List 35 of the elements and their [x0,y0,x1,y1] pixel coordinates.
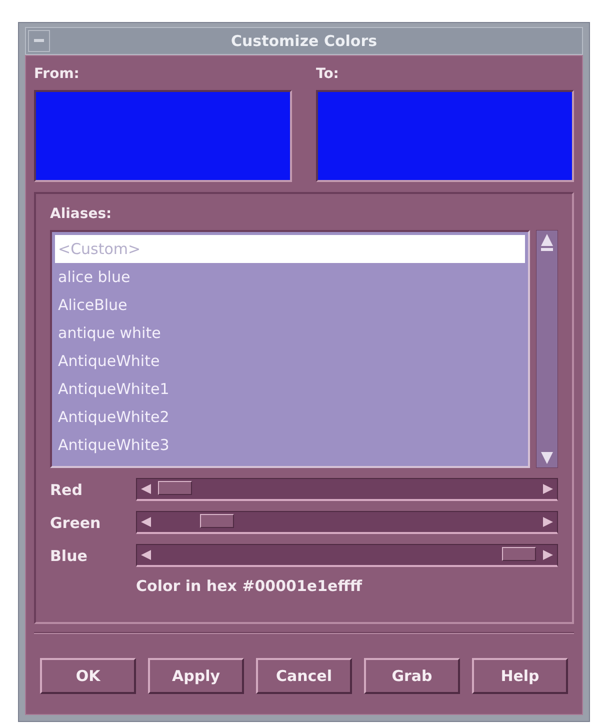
window-title: Customize Colors [230,32,378,50]
alias-item[interactable]: alice blue [55,263,525,291]
color-slider[interactable] [136,478,558,501]
right-arrow-icon[interactable] [541,548,555,562]
slider-label: Green [50,514,102,532]
color-slider[interactable] [136,544,558,567]
minus-icon [34,39,44,43]
alias-item[interactable]: AntiqueWhite [55,347,525,375]
scrollbar[interactable] [536,230,558,468]
left-arrow-icon[interactable] [139,515,153,529]
slider-label: Red [50,480,84,498]
slider-thumb[interactable] [200,514,234,528]
left-arrow-icon[interactable] [139,482,153,496]
dialog-button[interactable]: Cancel [256,658,352,694]
swatch-label: To: [316,66,340,82]
slider-thumb[interactable] [158,481,192,495]
left-arrow-icon[interactable] [139,548,153,562]
alias-item[interactable]: AntiqueWhite1 [55,375,525,403]
aliases-label: Aliases: [50,206,113,222]
right-arrow-icon[interactable] [541,515,555,529]
dialog-button[interactable]: Help [472,658,568,694]
slider-thumb[interactable] [502,547,536,561]
dialog-button[interactable]: Grab [364,658,460,694]
alias-item[interactable]: AntiqueWhite3 [55,431,525,459]
dialog-button[interactable]: OK [40,658,136,694]
swatch-label: From: [34,66,80,82]
alias-item[interactable]: AntiqueWhite2 [55,403,525,431]
hex-value-text: Color in hex #00001e1effff [136,577,364,595]
alias-item[interactable]: <Custom> [55,235,525,263]
dialog-button[interactable]: Apply [148,658,244,694]
right-arrow-icon[interactable] [541,482,555,496]
color-slider[interactable] [136,511,558,534]
alias-item[interactable]: antique white [55,319,525,347]
slider-label: Blue [50,546,88,564]
alias-item[interactable]: AliceBlue [55,291,525,319]
